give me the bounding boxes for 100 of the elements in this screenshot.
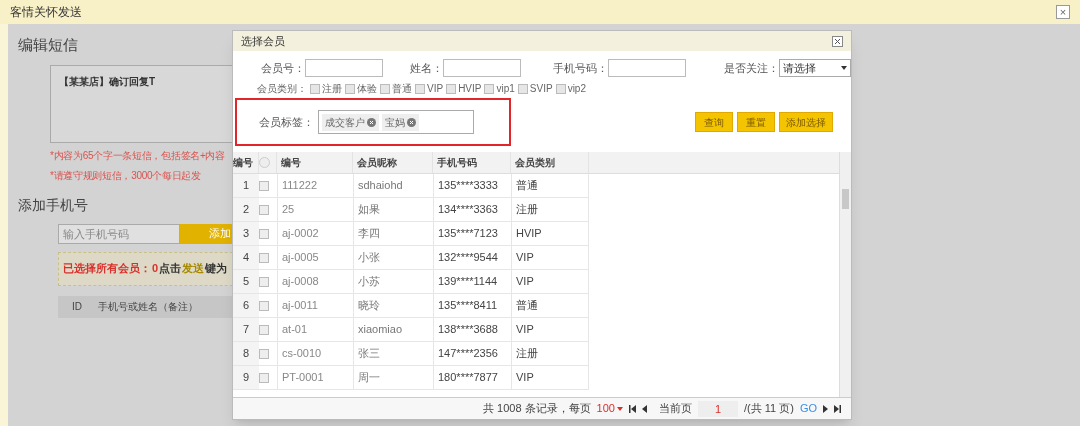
- last-page-icon[interactable]: [834, 404, 841, 413]
- checkbox[interactable]: [517, 83, 528, 94]
- table-cell: sdhaiohd: [353, 174, 433, 197]
- remove-icon[interactable]: [407, 117, 416, 127]
- select-all-checkbox[interactable]: [259, 157, 270, 168]
- table-cell: 135****8411: [433, 294, 511, 317]
- action-button[interactable]: 添加选择: [779, 112, 833, 132]
- next-page-icon[interactable]: [823, 404, 828, 413]
- checkbox-label: vip1: [496, 82, 515, 96]
- row-checkbox[interactable]: [259, 300, 269, 311]
- checkbox[interactable]: [555, 83, 566, 94]
- table-cell: 139****1144: [433, 270, 511, 293]
- section-heading: 编辑短信: [18, 35, 78, 55]
- table-cell: VIP: [511, 366, 589, 389]
- checkbox-label: HVIP: [458, 82, 482, 96]
- table-cell: 李四: [353, 222, 433, 245]
- table-cell: VIP: [511, 270, 589, 293]
- row-checkbox[interactable]: [259, 324, 269, 335]
- table-cell: 25: [277, 198, 353, 221]
- table-cell: HVIP: [511, 222, 589, 245]
- row-number: 8: [233, 342, 259, 365]
- row-number: 6: [233, 294, 259, 317]
- checkbox[interactable]: [415, 83, 425, 94]
- phone-input[interactable]: 输入手机号码: [58, 223, 180, 244]
- table-cell: 张三: [353, 342, 433, 365]
- table-cell: 111222: [277, 174, 353, 197]
- caret-icon: [841, 66, 847, 70]
- notice-text: 已选择所有会员：: [63, 261, 151, 277]
- checkbox[interactable]: [446, 83, 457, 94]
- table-cell: 134****3363: [433, 198, 511, 221]
- row-checkbox[interactable]: [259, 276, 269, 287]
- table-cell: PT-0001: [277, 366, 353, 389]
- page-size-select[interactable]: 100: [596, 400, 623, 417]
- checkbox[interactable]: [345, 83, 355, 94]
- row-checkbox[interactable]: [259, 228, 269, 239]
- record-count: 共 1008 条记录，每页: [483, 401, 591, 417]
- table-cell: 132****9544: [433, 246, 511, 269]
- table-cell: at-01: [277, 318, 353, 341]
- page-input[interactable]: 1: [697, 400, 738, 417]
- checkbox[interactable]: [380, 83, 390, 94]
- row-number: 1: [233, 174, 259, 197]
- table-cell: aj-0005: [277, 246, 353, 269]
- table-cell: xiaomiao: [353, 318, 433, 341]
- tag-field[interactable]: 成交客户 宝妈: [318, 110, 474, 134]
- column-header: 手机号码: [433, 152, 511, 173]
- checkbox[interactable]: [484, 83, 495, 94]
- column-header: 手机号或姓名（备注）: [98, 300, 198, 314]
- notice-text: 键为: [205, 261, 228, 277]
- row-checkbox[interactable]: [259, 204, 269, 215]
- send-link[interactable]: 发送: [182, 260, 205, 277]
- table-cell: 135****3333: [433, 174, 511, 197]
- table-cell: VIP: [511, 246, 589, 269]
- close-icon[interactable]: [832, 35, 843, 47]
- selected-count: 0: [152, 261, 159, 277]
- remove-icon[interactable]: [367, 117, 376, 127]
- table-cell: 晓玲: [353, 294, 433, 317]
- first-page-icon[interactable]: [628, 404, 636, 413]
- table-cell: aj-0008: [277, 270, 353, 293]
- row-number: 3: [233, 222, 259, 245]
- row-checkbox[interactable]: [259, 372, 269, 383]
- tag-chip[interactable]: 宝妈: [382, 113, 419, 131]
- table-cell: 小张: [353, 246, 433, 269]
- table-cell: 普通: [511, 174, 589, 197]
- total-pages: /(共 11 页): [743, 401, 794, 417]
- table-cell: 普通: [511, 294, 589, 317]
- table-cell: aj-0011: [277, 294, 353, 317]
- filter-input[interactable]: [443, 59, 522, 77]
- row-checkbox[interactable]: [259, 348, 269, 359]
- table-cell: 如果: [353, 198, 433, 221]
- row-checkbox[interactable]: [259, 180, 269, 191]
- previous-page-icon[interactable]: [641, 404, 647, 413]
- row-checkbox[interactable]: [259, 252, 269, 263]
- notice-text: 点击: [159, 261, 182, 277]
- table-cell: 注册: [511, 342, 589, 365]
- checkbox-label: vip2: [567, 82, 586, 96]
- caret-icon: [616, 406, 623, 411]
- row-number: 4: [233, 246, 259, 269]
- table-cell: 小苏: [353, 270, 433, 293]
- checkbox[interactable]: [310, 83, 320, 94]
- column-header: 会员类别: [511, 152, 589, 173]
- column-header: 编号: [233, 152, 259, 173]
- table-cell: 180****7877: [433, 366, 511, 389]
- close-button[interactable]: ×: [1056, 5, 1070, 19]
- action-button[interactable]: 查询: [695, 112, 733, 132]
- action-button[interactable]: 重置: [737, 112, 775, 132]
- table-cell: VIP: [511, 318, 589, 341]
- follow-select[interactable]: 请选择: [778, 59, 851, 77]
- filter-input[interactable]: [304, 59, 383, 77]
- section-heading: 添加手机号: [18, 195, 88, 215]
- tag-chip[interactable]: 成交客户: [322, 113, 379, 131]
- checkbox-label: 注册: [322, 82, 342, 96]
- go-link[interactable]: GO: [799, 400, 817, 417]
- filter-input[interactable]: [608, 59, 687, 77]
- filter-label: 手机号码：: [552, 60, 609, 76]
- hint-text: *内容为65个字一条短信，包括签名+内容: [50, 148, 225, 163]
- table-cell: cs-0010: [277, 342, 353, 365]
- table-cell: 147****2356: [433, 342, 511, 365]
- checkbox-label: 体验: [357, 82, 377, 96]
- checkbox-label: VIP: [427, 82, 444, 96]
- scrollbar[interactable]: [839, 152, 851, 397]
